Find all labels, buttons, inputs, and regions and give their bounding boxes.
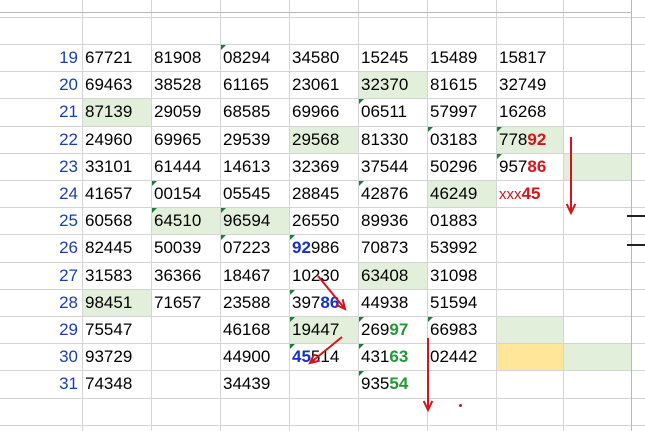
arrow-down-bottom — [422, 338, 434, 413]
annotation-arrows — [308, 137, 577, 413]
arrow-down-right — [565, 137, 577, 216]
arrow-diagonal-down-left — [308, 336, 343, 365]
arrow-diagonal-down-right — [317, 275, 347, 311]
spreadsheet-grid[interactable]: 19 67721 81908 08294 34580 15245 15489 15817 20 6… — [0, 0, 645, 431]
